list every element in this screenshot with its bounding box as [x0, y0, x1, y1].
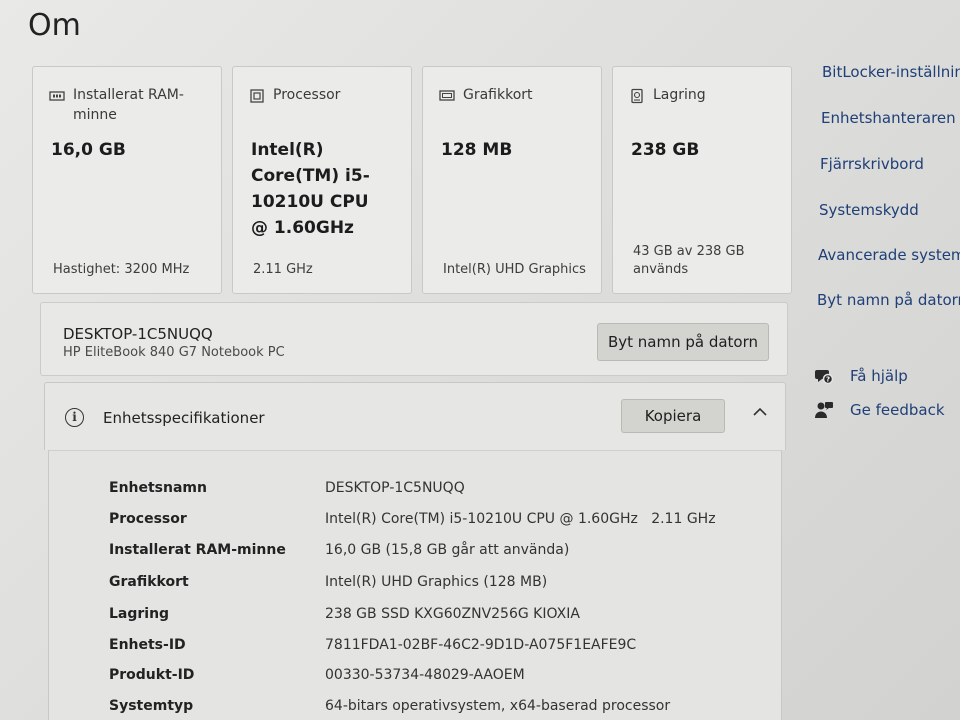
- spec-row: Produkt-ID 00330-53734-48029-AAOEM: [49, 660, 781, 690]
- spec-value: 7811FDA1-02BF-46C2-9D1D-A075F1EAFE9C: [325, 637, 637, 653]
- spec-label: Enhets-ID: [109, 637, 186, 653]
- device-specifications-title: Enhetsspecifikationer: [103, 409, 265, 427]
- spec-value: Intel(R) UHD Graphics (128 MB): [325, 574, 548, 590]
- ram-card-header: Installerat RAM-minne: [73, 87, 184, 123]
- spec-label: Installerat RAM-minne: [109, 542, 286, 558]
- svg-text:?: ?: [826, 376, 830, 384]
- spec-value: 00330-53734-48029-AAOEM: [325, 667, 525, 683]
- spec-label: Systemtyp: [109, 698, 194, 714]
- processor-card-value: Intel(R) Core(TM) i5-10210U CPU @ 1.60GH…: [251, 140, 370, 238]
- device-model: HP EliteBook 840 G7 Notebook PC: [63, 345, 285, 360]
- spec-row: Enhetsnamn DESKTOP-1C5NUQQ: [49, 473, 781, 503]
- rename-pc-button[interactable]: Byt namn på datorn: [597, 323, 769, 361]
- spec-label: Produkt-ID: [109, 667, 195, 683]
- ram-card-sub: Hastighet: 3200 MHz: [53, 262, 190, 277]
- display-icon: [439, 90, 455, 101]
- spec-label: Processor: [109, 511, 187, 527]
- processor-card-header: Processor: [273, 87, 341, 103]
- advanced-system-settings-link[interactable]: Avancerade systemi: [818, 246, 960, 264]
- device-specifications-header[interactable]: i Enhetsspecifikationer Kopiera: [44, 382, 786, 450]
- processor-icon: [250, 89, 264, 103]
- graphics-card: Grafikkort 128 MB Intel(R) UHD Graphics: [422, 66, 602, 294]
- copy-button[interactable]: Kopiera: [621, 399, 725, 433]
- spec-row: Lagring 238 GB SSD KXG60ZNV256G KIOXIA: [49, 599, 781, 629]
- spec-value: 16,0 GB (15,8 GB går att använda): [325, 542, 570, 558]
- info-icon: i: [65, 408, 84, 427]
- bitlocker-settings-link[interactable]: BitLocker-inställnin: [822, 63, 960, 81]
- spec-value: Intel(R) Core(TM) i5-10210U CPU @ 1.60GH…: [325, 511, 716, 527]
- processor-card-sub: 2.11 GHz: [253, 262, 313, 277]
- spec-row: Grafikkort Intel(R) UHD Graphics (128 MB…: [49, 567, 781, 597]
- spec-value: DESKTOP-1C5NUQQ: [325, 480, 465, 496]
- remote-desktop-link[interactable]: Fjärrskrivbord: [820, 155, 924, 173]
- spec-row: Systemtyp 64-bitars operativsystem, x64-…: [49, 691, 781, 720]
- page-title: Om: [28, 8, 81, 43]
- device-name: DESKTOP-1C5NUQQ: [63, 325, 213, 343]
- spec-label: Grafikkort: [109, 574, 189, 590]
- storage-card: Lagring 238 GB 43 GB av 238 GB används: [612, 66, 792, 294]
- get-help-link[interactable]: ? Få hjälp: [814, 366, 908, 386]
- device-specifications-body: Enhetsnamn DESKTOP-1C5NUQQ Processor Int…: [48, 450, 782, 720]
- help-chat-icon: ?: [815, 370, 834, 385]
- spec-value: 64-bitars operativsystem, x64-baserad pr…: [325, 698, 671, 714]
- spec-row: Installerat RAM-minne 16,0 GB (15,8 GB g…: [49, 535, 781, 565]
- give-feedback-label: Ge feedback: [850, 401, 945, 419]
- spec-row: Processor Intel(R) Core(TM) i5-10210U CP…: [49, 504, 781, 534]
- spec-row: Enhets-ID 7811FDA1-02BF-46C2-9D1D-A075F1…: [49, 630, 781, 660]
- storage-icon: [631, 88, 643, 104]
- ram-card-value: 16,0 GB: [51, 140, 126, 160]
- give-feedback-link[interactable]: Ge feedback: [814, 400, 945, 420]
- storage-card-value: 238 GB: [631, 140, 700, 160]
- get-help-label: Få hjälp: [850, 367, 908, 385]
- ram-card: Installerat RAM-minne 16,0 GB Hastighet:…: [32, 66, 222, 294]
- processor-card: Processor Intel(R) Core(TM) i5-10210U CP…: [232, 66, 412, 294]
- rename-pc-link[interactable]: Byt namn på datorn: [817, 291, 960, 309]
- device-name-section: DESKTOP-1C5NUQQ HP EliteBook 840 G7 Note…: [40, 302, 788, 376]
- system-protection-link[interactable]: Systemskydd: [819, 201, 919, 219]
- chevron-up-icon[interactable]: [751, 403, 769, 421]
- spec-label: Lagring: [109, 606, 170, 622]
- storage-card-header: Lagring: [653, 87, 706, 103]
- spec-value: 238 GB SSD KXG60ZNV256G KIOXIA: [325, 606, 580, 622]
- device-manager-link[interactable]: Enhetshanteraren: [821, 109, 956, 127]
- graphics-card-value: 128 MB: [441, 140, 513, 160]
- spec-label: Enhetsnamn: [109, 480, 207, 496]
- storage-card-sub: 43 GB av 238 GB används: [633, 244, 745, 277]
- graphics-card-header: Grafikkort: [463, 87, 533, 103]
- feedback-person-icon: [815, 402, 833, 418]
- graphics-card-sub: Intel(R) UHD Graphics: [443, 262, 586, 277]
- memory-icon: [49, 91, 65, 101]
